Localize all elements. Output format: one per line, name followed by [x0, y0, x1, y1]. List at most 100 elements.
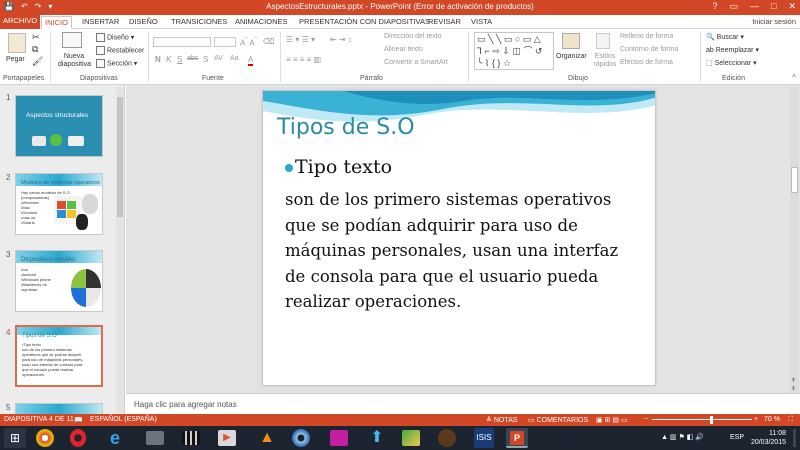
shapes-gallery[interactable]: ▭ ╲ ╲ ▭ ○ ▭ △ ⅂ ⌐ ⇨ ⇩ ◫ ⌒ ↺ ╰ ⌇ { } ☆	[474, 32, 554, 70]
shape-outline-button[interactable]: Contorno de forma	[620, 46, 678, 53]
arrange-button[interactable]: Organizar	[556, 53, 587, 60]
zoom-slider-thumb[interactable]	[710, 416, 713, 424]
paste-button[interactable]: Pegar	[6, 56, 25, 63]
clear-format-icon[interactable]: ⌫	[263, 37, 274, 46]
change-case-button[interactable]: Aa	[230, 55, 239, 62]
show-desktop-button[interactable]	[793, 429, 796, 447]
media-player-icon[interactable]: ▶	[218, 430, 236, 446]
prev-slide-icon[interactable]: ⇞	[791, 377, 796, 384]
char-spacing-button[interactable]: AV	[214, 55, 223, 62]
slide-thumbnail-3[interactable]: Dispositivos moviles •Ios •Android •Wind…	[15, 250, 103, 312]
fit-slide-icon[interactable]: ⛶	[788, 416, 793, 424]
current-slide[interactable]: Tipos de S.O Tipo texto son de los prime…	[262, 90, 656, 386]
comments-toggle[interactable]: ▭ COMENTARIOS	[528, 416, 588, 424]
scrollbar-thumb[interactable]	[791, 167, 798, 193]
help-icon[interactable]: ?	[712, 1, 717, 12]
chrome-icon[interactable]	[36, 429, 54, 447]
section-button[interactable]: Sección ▾	[96, 59, 137, 68]
indent-icon[interactable]: ⇤ ⇥ ↕	[330, 35, 352, 44]
smartart-button[interactable]: Convertir a SmartArt	[384, 59, 448, 66]
camera-app-icon[interactable]	[330, 430, 348, 446]
powerpoint-taskbar-button[interactable]: P	[506, 428, 528, 448]
replace-button[interactable]: ab Reemplazar ▾	[706, 46, 759, 54]
maximize-icon[interactable]: □	[771, 1, 776, 12]
tab-revisar[interactable]: REVISAR	[425, 16, 464, 29]
tab-inicio[interactable]: INICIO	[41, 16, 72, 29]
shadow-button[interactable]: S	[203, 55, 208, 64]
notes-pane[interactable]: Haga clic para agregar notas	[126, 393, 800, 414]
language-status[interactable]: ESPAÑOL (ESPAÑA)	[90, 416, 157, 423]
strikethrough-button[interactable]: abc	[187, 55, 198, 62]
app-icon[interactable]	[146, 431, 164, 445]
signin-link[interactable]: Iniciar sesión	[752, 17, 796, 26]
tab-transiciones[interactable]: TRANSICIONES	[168, 16, 230, 29]
new-slide-button[interactable]: Nueva diapositiva	[58, 53, 91, 69]
ribbon-display-icon[interactable]: ▭	[730, 1, 739, 12]
zoom-in-icon[interactable]: +	[754, 416, 758, 423]
format-painter-icon[interactable]: 🖌	[32, 56, 43, 67]
tray-icons[interactable]: ▲ ▥ ⚑ ◧ 🔊	[661, 433, 704, 442]
font-family-combo[interactable]	[153, 37, 211, 47]
vlc-icon[interactable]: ▲	[256, 428, 278, 448]
tab-archivo[interactable]: ARCHIVO	[0, 15, 40, 29]
paste-icon[interactable]	[8, 33, 26, 53]
next-slide-icon[interactable]: ⇟	[791, 385, 796, 392]
find-button[interactable]: 🔍 Buscar ▾	[706, 33, 744, 41]
new-slide-icon[interactable]	[62, 32, 82, 48]
italic-button[interactable]: K	[166, 55, 171, 64]
slide-title[interactable]: Tipos de S.O	[277, 115, 415, 140]
quick-styles-icon[interactable]	[596, 33, 610, 49]
cut-icon[interactable]: ✂	[32, 32, 40, 43]
tab-insertar[interactable]: INSERTAR	[79, 16, 122, 29]
tab-vista[interactable]: VISTA	[468, 16, 495, 29]
bullets-icon[interactable]: ☰ ▾ ☰ ▾	[286, 35, 315, 44]
layout-button[interactable]: Diseño ▾	[96, 33, 134, 42]
underline-button[interactable]: S	[177, 55, 182, 64]
shape-fill-button[interactable]: Relleno de forma	[620, 33, 673, 40]
copy-icon[interactable]: ⧉	[32, 44, 38, 55]
text-direction-button[interactable]: Dirección del texto	[384, 33, 442, 40]
minimize-icon[interactable]: —	[750, 1, 759, 12]
tab-diseno[interactable]: DISEÑO	[126, 16, 161, 29]
zoom-slider[interactable]	[652, 419, 752, 420]
alignment-icons[interactable]: ≡ ≡ ≡ ≡ ▥	[286, 55, 321, 64]
input-language[interactable]: ESP	[730, 433, 744, 442]
thumbnails-scrollbar[interactable]	[116, 87, 124, 413]
slide-thumbnail-4[interactable]: Tipos de S.O •Tipo texto son de los prim…	[15, 325, 103, 387]
close-icon[interactable]: ✕	[788, 1, 796, 12]
bold-button[interactable]: N	[155, 55, 161, 64]
arrange-icon[interactable]	[562, 33, 580, 49]
media-app-icon[interactable]	[438, 429, 456, 447]
slide-bullet[interactable]: Tipo texto	[285, 156, 392, 178]
film-icon[interactable]	[182, 431, 200, 445]
tab-presentacion[interactable]: PRESENTACIÓN CON DIAPOSITIVAS	[296, 16, 433, 29]
isis-app-icon[interactable]: ISIS	[474, 428, 494, 448]
zoom-level[interactable]: 70 %	[764, 416, 780, 423]
slide-body-text[interactable]: son de los primero sistemas operativos q…	[285, 187, 625, 315]
slide-scrollbar[interactable]: ⇞ ⇟	[790, 87, 799, 393]
reset-button[interactable]: Restablecer	[96, 46, 144, 55]
shape-effects-button[interactable]: Efectos de forma	[620, 59, 673, 66]
arrow-app-icon[interactable]: ⬆	[366, 428, 388, 448]
notes-toggle[interactable]: ≜ NOTAS	[486, 416, 517, 424]
font-color-button[interactable]: A	[248, 55, 254, 66]
clock[interactable]: 11:08 20/03/2015	[746, 429, 786, 447]
eye-app-icon[interactable]	[292, 429, 310, 447]
game-app-icon[interactable]	[402, 430, 420, 446]
start-button[interactable]: ⊞	[4, 428, 26, 448]
tab-animaciones[interactable]: ANIMACIONES	[232, 16, 291, 29]
collapse-ribbon-icon[interactable]: ^	[792, 73, 796, 82]
slide-thumbnail-2[interactable]: Modelos de sistemas operativos Hay vario…	[15, 173, 103, 235]
font-grow-icon[interactable]: Aˆ Aˇ	[240, 37, 257, 48]
font-size-combo[interactable]	[214, 37, 236, 47]
quick-styles-button[interactable]: Estilos rápidos	[590, 53, 620, 69]
select-button[interactable]: ⬚ Seleccionar ▾	[706, 59, 757, 67]
spellcheck-icon[interactable]: 📖	[74, 416, 83, 424]
slide-thumbnail-1[interactable]: Aspectos structurales	[15, 95, 103, 157]
zoom-out-icon[interactable]: −	[644, 416, 648, 423]
internet-explorer-icon[interactable]: e	[104, 428, 126, 448]
align-text-button[interactable]: Alinear texto	[384, 46, 423, 53]
view-buttons[interactable]: ▣ ⊞ ▤ ▭	[596, 416, 628, 424]
opera-icon[interactable]	[70, 429, 86, 447]
scrollbar-thumb[interactable]	[117, 97, 123, 217]
